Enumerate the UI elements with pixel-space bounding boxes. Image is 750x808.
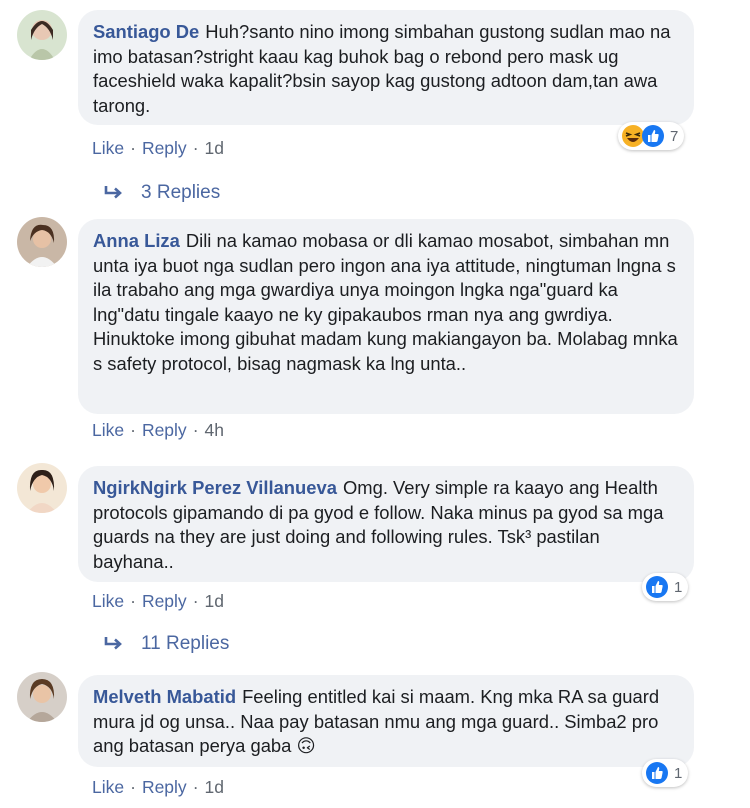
- reply-arrow-icon: [104, 637, 122, 650]
- like-icon: [646, 762, 668, 784]
- comment-bubble: Anna Liza Dili na kamao mobasa or dli kam…: [78, 219, 694, 414]
- replies-count: 3 Replies: [141, 182, 221, 203]
- separator: ·: [130, 591, 136, 611]
- comment-actions: Like · Reply · 1d: [92, 777, 224, 798]
- avatar[interactable]: [17, 10, 67, 60]
- like-link[interactable]: Like: [92, 420, 124, 440]
- reaction-count: 7: [670, 127, 679, 145]
- reactions-summary[interactable]: 7: [618, 122, 685, 150]
- reply-link[interactable]: Reply: [142, 138, 187, 158]
- replies-count: 11 Replies: [141, 633, 230, 654]
- comment-author[interactable]: Anna Liza: [93, 230, 180, 251]
- timestamp[interactable]: 1d: [205, 777, 224, 797]
- reply-link[interactable]: Reply: [142, 420, 187, 440]
- comment-actions: Like · Reply · 1d: [92, 591, 224, 612]
- reactions-summary[interactable]: 1: [642, 759, 689, 787]
- comment-author[interactable]: Melveth Mabatid: [93, 686, 236, 707]
- separator: ·: [192, 138, 199, 158]
- like-link[interactable]: Like: [92, 138, 124, 158]
- avatar[interactable]: [17, 217, 67, 267]
- comment-author[interactable]: Santiago De: [93, 21, 199, 42]
- avatar[interactable]: [17, 463, 67, 513]
- reply-link[interactable]: Reply: [142, 777, 187, 797]
- like-icon: [646, 576, 668, 598]
- separator: ·: [130, 420, 136, 440]
- timestamp[interactable]: 1d: [205, 591, 224, 611]
- separator: ·: [130, 138, 136, 158]
- avatar[interactable]: [17, 672, 67, 722]
- view-replies-link[interactable]: 11 Replies: [103, 633, 229, 655]
- separator: ·: [192, 777, 199, 797]
- timestamp[interactable]: 4h: [205, 420, 224, 440]
- comment-bubble: Melveth Mabatid Feeling entitled kai si m…: [78, 675, 694, 767]
- reaction-count: 1: [674, 764, 683, 782]
- comment-author[interactable]: NgirkNgirk Perez Villanueva: [93, 477, 337, 498]
- like-link[interactable]: Like: [92, 777, 124, 797]
- reaction-count: 1: [674, 578, 683, 596]
- separator: ·: [192, 591, 199, 611]
- like-link[interactable]: Like: [92, 591, 124, 611]
- reply-arrow-icon: [104, 186, 122, 199]
- comment-text: Dili na kamao mobasa or dli kamao mosabo…: [93, 230, 678, 374]
- reply-link[interactable]: Reply: [142, 591, 187, 611]
- comment-bubble: NgirkNgirk Perez Villanueva Omg. Very sim…: [78, 466, 694, 582]
- timestamp[interactable]: 1d: [205, 138, 224, 158]
- separator: ·: [130, 777, 136, 797]
- view-replies-link[interactable]: 3 Replies: [103, 182, 220, 204]
- comment-bubble: Santiago De Huh?santo nino imong simbahan…: [78, 10, 694, 125]
- separator: ·: [192, 420, 199, 440]
- comment-actions: Like · Reply · 4h: [92, 420, 224, 441]
- reactions-summary[interactable]: 1: [642, 573, 689, 601]
- comment-actions: Like · Reply · 1d: [92, 138, 224, 159]
- like-icon: [642, 125, 664, 147]
